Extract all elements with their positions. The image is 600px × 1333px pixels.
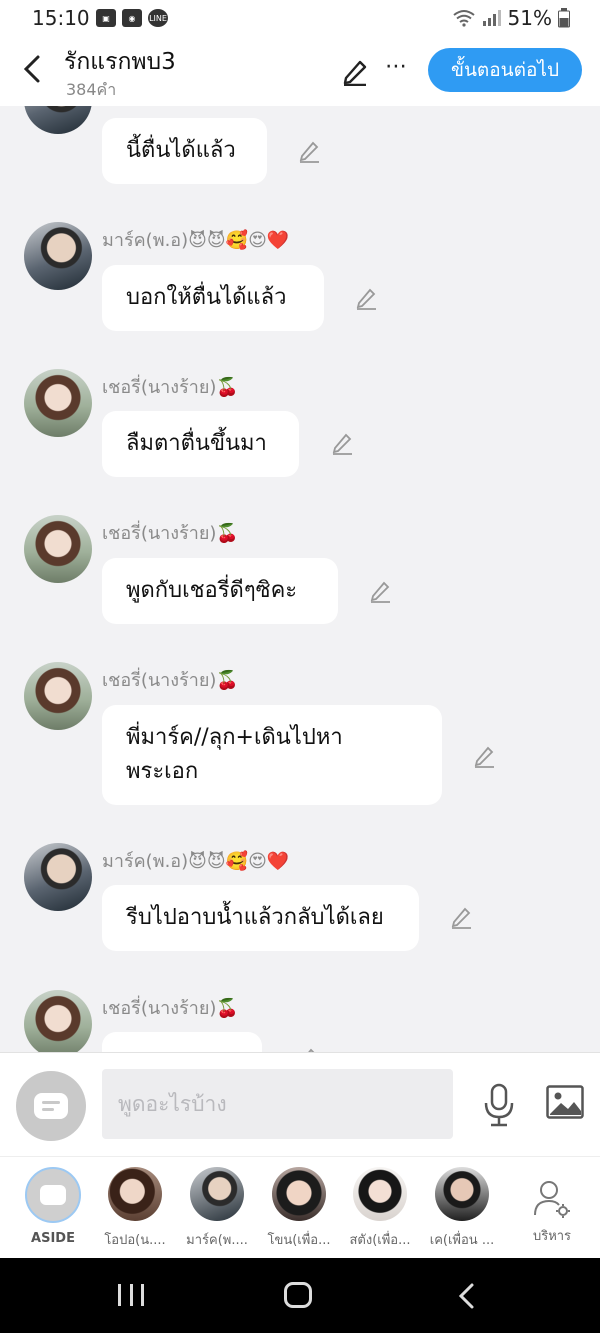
chat-bubble-icon <box>40 1185 66 1205</box>
avatar <box>353 1167 407 1221</box>
roster-item-character[interactable]: โอปอ(น.... <box>94 1167 176 1250</box>
edit-message-icon[interactable] <box>368 579 392 603</box>
roster-label: เค(เพื่อน ... <box>429 1233 495 1248</box>
message-bubble[interactable]: บอกให้ตื่นได้แล้ว <box>102 265 324 331</box>
roster-item-character[interactable]: สตัง(เพื่อ... <box>339 1167 421 1250</box>
chat-bubble-icon <box>34 1093 68 1119</box>
edit-message-icon[interactable] <box>297 139 321 163</box>
message-bubble[interactable]: นี้ตื่นได้แล้ว <box>102 118 267 184</box>
avatar[interactable] <box>24 106 92 134</box>
manage-user-icon <box>534 1181 570 1218</box>
edit-message-icon[interactable] <box>330 431 354 455</box>
image-upload-icon[interactable] <box>546 1085 584 1119</box>
message-bubble[interactable]: ลืมตาตื่นขึ้นมา <box>102 411 299 477</box>
battery-icon <box>558 8 570 28</box>
message-bubble[interactable]: พี่มาร์ค//ลุก+เดินไปหา พระเอก <box>102 705 442 805</box>
avatar[interactable] <box>24 369 92 437</box>
word-count: 384คำ <box>66 80 117 99</box>
notification-icons: ▣ ◉ LINE <box>96 9 168 27</box>
recent-apps-icon[interactable] <box>118 1284 144 1306</box>
message-bubble[interactable]: พูดกับเชอรี่ดีๆซิคะ <box>102 558 338 624</box>
message-text: พี่มาร์ค//ลุก+เดินไปหา พระเอก <box>126 725 343 784</box>
avatar <box>272 1167 326 1221</box>
manage-label: บริหาร <box>532 1229 572 1244</box>
message-text: พูดกับเชอรี่ดีๆซิคะ <box>126 578 298 603</box>
back-icon[interactable] <box>455 1282 477 1310</box>
back-arrow-icon[interactable] <box>20 54 46 84</box>
manage-characters-button[interactable]: บริหาร <box>520 1179 584 1246</box>
message-composer <box>0 1052 600 1156</box>
character-name: เชอรี่(นางร้าย)🍒 <box>102 523 239 544</box>
home-icon[interactable] <box>284 1282 312 1308</box>
roster-item-character[interactable]: มาร์ค(พ.... <box>176 1167 258 1250</box>
chat-area[interactable]: นี้ตื่นได้แล้ว มาร์ค(พ.อ)😈😈🥰😍❤️ บอกให้ตื… <box>0 106 600 1052</box>
avatar[interactable] <box>24 222 92 290</box>
character-name: มาร์ค(พ.อ)😈😈🥰😍❤️ <box>102 851 290 872</box>
avatar[interactable] <box>24 515 92 583</box>
roster-label: โขน(เพื่อ... <box>267 1233 331 1248</box>
roster-item-aside[interactable]: ASIDE <box>12 1167 94 1246</box>
message-text: ลืมตาตื่นขึ้นมา <box>126 431 267 456</box>
avatar[interactable] <box>24 990 92 1052</box>
status-bar: 15:10 ▣ ◉ LINE 51% <box>0 0 600 38</box>
avatar[interactable] <box>24 662 92 730</box>
story-title: รักแรกพบ3 <box>64 49 176 75</box>
roster-label: โอปอ(น.... <box>104 1233 166 1248</box>
avatar <box>190 1167 244 1221</box>
line-notification-icon: LINE <box>148 9 168 27</box>
avatar <box>108 1167 162 1221</box>
battery-percent: 51% <box>507 6 552 30</box>
message-input[interactable] <box>102 1069 453 1139</box>
camera-notification-icon: ◉ <box>122 9 142 27</box>
roster-label: มาร์ค(พ.... <box>186 1233 248 1248</box>
edit-message-icon[interactable] <box>472 744 496 768</box>
roster-label: ASIDE <box>31 1231 75 1246</box>
character-name: เชอรี่(นางร้าย)🍒 <box>102 998 239 1019</box>
character-name: เชอรี่(นางร้าย)🍒 <box>102 670 239 691</box>
message-text: นี้ตื่นได้แล้ว <box>126 138 236 163</box>
system-nav-bar <box>0 1258 600 1333</box>
story-header: รักแรกพบ3 384คำ ⋯ ขั้นตอนต่อไป <box>0 38 600 106</box>
status-time: 15:10 <box>32 6 90 30</box>
character-name: มาร์ค(พ.อ)😈😈🥰😍❤️ <box>102 230 290 251</box>
avatar <box>435 1167 489 1221</box>
wifi-icon <box>452 10 475 27</box>
message-text: รีบไปอาบน้ำแล้วกลับได้เลย <box>126 905 384 930</box>
microphone-icon[interactable] <box>482 1083 516 1127</box>
message-bubble[interactable] <box>102 1032 262 1052</box>
character-roster: ASIDE โอปอ(น.... มาร์ค(พ.... โขน(เพื่อ..… <box>0 1156 600 1258</box>
more-options-icon[interactable]: ⋯ <box>385 54 408 79</box>
aside-chat-button[interactable] <box>16 1071 86 1141</box>
roster-item-character[interactable]: โขน(เพื่อ... <box>258 1167 340 1250</box>
edit-pencil-icon[interactable] <box>340 56 370 86</box>
character-name: เชอรี่(นางร้าย)🍒 <box>102 377 239 398</box>
roster-item-character[interactable]: เค(เพื่อน ... <box>421 1167 503 1250</box>
edit-message-icon[interactable] <box>449 905 473 929</box>
aside-avatar <box>25 1167 81 1223</box>
gallery-notification-icon: ▣ <box>96 9 116 27</box>
roster-label: สตัง(เพื่อ... <box>349 1233 411 1248</box>
signal-icon <box>482 10 501 26</box>
avatar[interactable] <box>24 843 92 911</box>
edit-message-icon[interactable] <box>354 286 378 310</box>
message-bubble[interactable]: รีบไปอาบน้ำแล้วกลับได้เลย <box>102 885 419 951</box>
next-step-button[interactable]: ขั้นตอนต่อไป <box>428 48 582 92</box>
message-text: บอกให้ตื่นได้แล้ว <box>126 285 287 310</box>
